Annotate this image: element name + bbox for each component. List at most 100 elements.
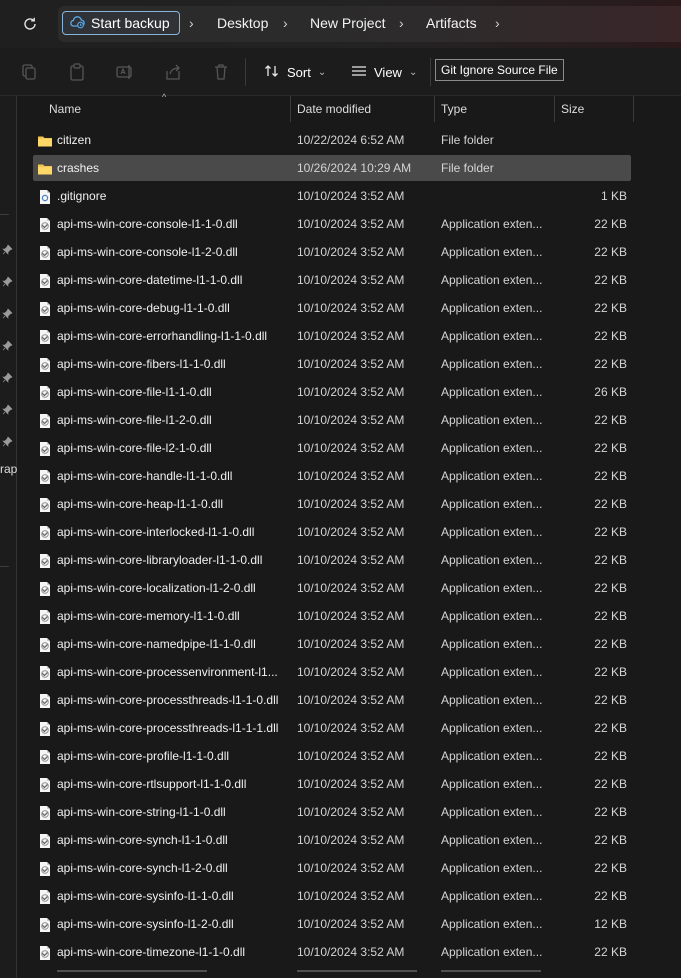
column-divider[interactable]	[434, 96, 435, 122]
view-list-icon	[351, 63, 367, 82]
file-row[interactable]: citizen 10/22/2024 6:52 AM File folder	[0, 126, 681, 154]
file-row[interactable]: api-ms-win-core-string-l1-1-0.dll 10/10/2…	[0, 798, 681, 826]
file-row[interactable]: api-ms-win-core-handle-l1-1-0.dll 10/10/2…	[0, 462, 681, 490]
refresh-icon[interactable]	[16, 12, 44, 36]
file-row[interactable]: api-ms-win-core-synch-l1-1-0.dll 10/10/20…	[0, 826, 681, 854]
dll-file-icon	[37, 301, 53, 317]
file-row[interactable]: api-ms-win-core-libraryloader-l1-1-0.dll…	[0, 546, 681, 574]
file-type: Application exten...	[441, 693, 543, 707]
dll-file-icon	[37, 861, 53, 877]
file-type: Application exten...	[441, 777, 543, 791]
file-row[interactable]: api-ms-win-core-errorhandling-l1-1-0.dll…	[0, 322, 681, 350]
column-header-name[interactable]: Name	[49, 96, 289, 122]
file-row[interactable]: api-ms-win-core-rtlsupport-l1-1-0.dll 10/…	[0, 770, 681, 798]
chevron-right-icon[interactable]: ›	[495, 15, 500, 31]
file-date-modified: 10/10/2024 3:52 AM	[297, 637, 405, 651]
file-row[interactable]: api-ms-win-core-processthreads-l1-1-0.dl…	[0, 686, 681, 714]
dll-file-icon	[37, 385, 53, 401]
column-header-date[interactable]: Date modified	[297, 96, 435, 122]
file-row[interactable]: api-ms-win-core-profile-l1-1-0.dll 10/10/…	[0, 742, 681, 770]
file-row[interactable]: api-ms-win-core-localization-l1-2-0.dll 1…	[0, 574, 681, 602]
file-row[interactable]: crashes 10/26/2024 10:29 AM File folder	[0, 154, 681, 182]
sort-button[interactable]: Sort ⌄	[264, 60, 326, 84]
chevron-right-icon[interactable]: ›	[399, 15, 404, 31]
file-row[interactable]: api-ms-win-core-file-l1-1-0.dll 10/10/202…	[0, 378, 681, 406]
delete-icon[interactable]	[211, 62, 231, 82]
file-row[interactable]: api-ms-win-core-console-l1-1-0.dll 10/10/…	[0, 210, 681, 238]
address-bar: Start backup › Desktop › New Project › A…	[0, 0, 681, 48]
file-size: 22 KB	[594, 637, 627, 651]
file-type: Application exten...	[441, 637, 543, 651]
file-row[interactable]: api-ms-win-core-heap-l1-1-0.dll 10/10/202…	[0, 490, 681, 518]
column-divider[interactable]	[633, 96, 634, 122]
file-row[interactable]: api-ms-win-core-processthreads-l1-1-1.dl…	[0, 714, 681, 742]
file-size: 22 KB	[594, 525, 627, 539]
file-size: 12 KB	[594, 917, 627, 931]
file-name: api-ms-win-core-heap-l1-1-0.dll	[57, 497, 224, 511]
file-row[interactable]: api-ms-win-core-fibers-l1-1-0.dll 10/10/2…	[0, 350, 681, 378]
dll-file-icon	[37, 217, 53, 233]
file-name: api-ms-win-core-synch-l1-1-0.dll	[57, 833, 228, 847]
file-type: Application exten...	[441, 497, 543, 511]
file-size	[555, 126, 627, 154]
file-row[interactable]: api-ms-win-core-synch-l1-2-0.dll 10/10/20…	[0, 854, 681, 882]
paste-icon[interactable]	[67, 62, 87, 82]
file-row[interactable]: api-ms-win-core-processenvironment-l1...…	[0, 658, 681, 686]
chevron-right-icon[interactable]: ›	[283, 15, 288, 31]
file-name: api-ms-win-core-interlocked-l1-1-0.dll	[57, 525, 255, 539]
dll-file-icon	[37, 357, 53, 373]
file-date-modified: 10/10/2024 3:52 AM	[297, 833, 405, 847]
file-size: 22 KB	[594, 777, 627, 791]
file-row[interactable]: api-ms-win-core-sysinfo-l1-1-0.dll 10/10/…	[0, 882, 681, 910]
dll-file-icon	[37, 441, 53, 457]
chevron-right-icon[interactable]: ›	[189, 15, 194, 31]
file-type: File folder	[441, 133, 494, 147]
file-row[interactable]: api-ms-win-core-file-l1-2-0.dll 10/10/202…	[0, 406, 681, 434]
folder-icon	[37, 161, 53, 177]
cut-icon[interactable]	[19, 62, 39, 82]
chevron-down-icon: ⌄	[317, 66, 327, 78]
file-date-modified: 10/10/2024 3:52 AM	[297, 413, 405, 427]
file-row[interactable]: api-ms-win-core-namedpipe-l1-1-0.dll 10/1…	[0, 630, 681, 658]
share-icon[interactable]	[163, 62, 183, 82]
column-header-type[interactable]: Type	[441, 96, 553, 122]
file-type: Application exten...	[441, 609, 543, 623]
tooltip: Git Ignore Source File	[435, 59, 564, 81]
file-name: api-ms-win-core-timezone-l1-1-0.dll	[57, 945, 246, 959]
column-header-size[interactable]: Size	[561, 96, 633, 122]
file-row[interactable]: api-ms-win-core-memory-l1-1-0.dll 10/10/2…	[0, 602, 681, 630]
column-divider[interactable]	[290, 96, 291, 122]
file-date-modified: 10/26/2024 10:29 AM	[297, 161, 412, 175]
column-divider[interactable]	[554, 96, 555, 122]
file-date-modified: 10/10/2024 3:52 AM	[297, 553, 405, 567]
file-row[interactable]: api-ms-win-core-console-l1-2-0.dll 10/10/…	[0, 238, 681, 266]
file-row[interactable]: api-ms-win-core-sysinfo-l1-2-0.dll 10/10/…	[0, 910, 681, 938]
file-name: api-ms-win-core-datetime-l1-1-0.dll	[57, 273, 243, 287]
rename-icon[interactable]	[115, 62, 135, 82]
file-date-modified: 10/10/2024 3:52 AM	[297, 861, 405, 875]
file-row[interactable]: api-ms-win-core-file-l2-1-0.dll 10/10/202…	[0, 434, 681, 462]
file-row[interactable]: api-ms-win-core-debug-l1-1-0.dll 10/10/20…	[0, 294, 681, 322]
file-size: 22 KB	[594, 497, 627, 511]
file-size: 22 KB	[594, 665, 627, 679]
sort-icon	[264, 63, 280, 82]
breadcrumb[interactable]: Start backup › Desktop › New Project › A…	[58, 6, 681, 42]
file-name: api-ms-win-core-console-l1-1-0.dll	[57, 217, 238, 231]
breadcrumb-desktop[interactable]: Desktop	[217, 15, 268, 31]
file-date-modified: 10/10/2024 3:52 AM	[297, 329, 405, 343]
file-row[interactable]: api-ms-win-core-timezone-l1-1-0.dll 10/10…	[0, 938, 681, 966]
file-row[interactable]: .gitignore 10/10/2024 3:52 AM 1 KB	[0, 182, 681, 210]
file-size: 22 KB	[594, 329, 627, 343]
dll-file-icon	[37, 329, 53, 345]
breadcrumb-new-project[interactable]: New Project	[310, 15, 385, 31]
dll-file-icon	[37, 889, 53, 905]
command-bar: Sort ⌄ View ⌄	[0, 48, 681, 96]
file-size: 22 KB	[594, 413, 627, 427]
breadcrumb-start-backup[interactable]: Start backup	[62, 11, 180, 35]
breadcrumb-artifacts[interactable]: Artifacts	[426, 15, 477, 31]
file-row[interactable]: api-ms-win-core-datetime-l1-1-0.dll 10/10…	[0, 266, 681, 294]
file-name: api-ms-win-core-fibers-l1-1-0.dll	[57, 357, 226, 371]
file-name: api-ms-win-core-sysinfo-l1-2-0.dll	[57, 917, 234, 931]
view-button[interactable]: View ⌄	[351, 60, 417, 84]
file-row[interactable]: api-ms-win-core-interlocked-l1-1-0.dll 10…	[0, 518, 681, 546]
